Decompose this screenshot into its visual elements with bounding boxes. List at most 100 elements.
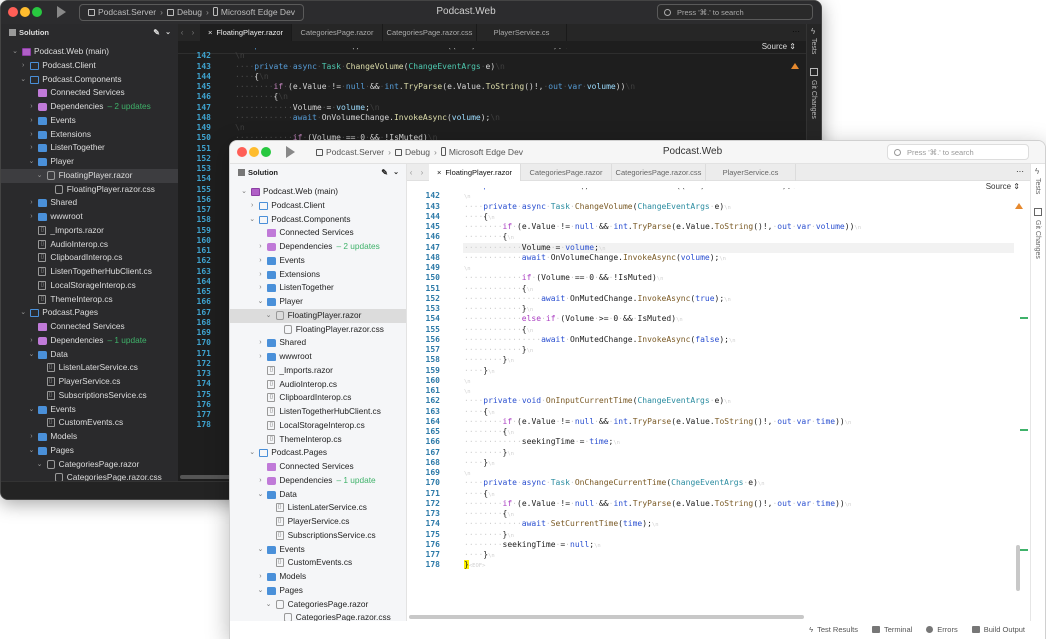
chevron-down-icon[interactable]: ⌄ (19, 306, 27, 320)
pin-icon[interactable]: ✎ (153, 24, 160, 41)
tree-item[interactable]: {} CustomEvents.cs (230, 556, 406, 570)
tree-item[interactable]: {} _Imports.razor (1, 224, 178, 238)
chevron-right-icon[interactable]: › (27, 128, 35, 142)
chevron-right-icon[interactable]: › (256, 336, 264, 350)
tests-panel-tab[interactable]: Tests (810, 38, 817, 54)
chevron-right-icon[interactable]: › (256, 570, 264, 584)
tree-item[interactable]: ⌄ Pages (230, 584, 406, 598)
search-input[interactable]: Press '⌘.' to search (657, 4, 813, 20)
tree-item[interactable]: ⌄ Events (230, 543, 406, 557)
chevron-down-icon[interactable]: ⌄ (265, 309, 273, 323)
test-results-button[interactable]: ϟTest Results (809, 625, 858, 634)
tree-item[interactable]: ⌄ Pages (1, 444, 178, 458)
chevron-right-icon[interactable]: › (256, 268, 264, 282)
chevron-down-icon[interactable]: ⌄ (256, 543, 264, 557)
pin-icon[interactable]: ✎ (381, 164, 388, 181)
tree-item[interactable]: ⌄ Data (1, 348, 178, 362)
tree-item[interactable]: ⌄ Player (1, 155, 178, 169)
tree-item[interactable]: ⌄ CategoriesPage.razor (230, 598, 406, 612)
tree-item[interactable]: › Podcast.Client (1, 59, 178, 73)
tree-item[interactable]: {} ThemeInterop.cs (230, 433, 406, 447)
chevron-right-icon[interactable]: › (19, 59, 27, 73)
chevron-down-icon[interactable]: ⌄ (393, 164, 399, 181)
tab-navigation[interactable]: ‹ › (407, 164, 429, 180)
tree-item[interactable]: › ListenTogether (1, 141, 178, 155)
chevron-right-icon[interactable]: › (256, 281, 264, 295)
more-tabs-icon[interactable]: ··· (1016, 164, 1024, 179)
tree-item[interactable]: {} ThemeInterop.cs (1, 293, 178, 307)
chevron-down-icon[interactable]: ⌄ (11, 45, 19, 59)
more-tabs-icon[interactable]: ··· (792, 24, 800, 39)
tab-categoriespage-razor-css[interactable]: CategoriesPage.razor.css (612, 164, 706, 181)
tree-item[interactable]: › Events (1, 114, 178, 128)
tree-item[interactable]: CategoriesPage.razor.css (230, 611, 406, 621)
tests-panel-tab[interactable]: Tests (1034, 178, 1041, 194)
chevron-right-icon[interactable]: › (256, 474, 264, 488)
chevron-down-icon[interactable]: ⌄ (256, 295, 264, 309)
tree-item[interactable]: ⌄ Data (230, 488, 406, 502)
tree-item[interactable]: FloatingPlayer.razor.css (230, 323, 406, 337)
chevron-right-icon[interactable]: › (27, 430, 35, 444)
tree-item[interactable]: {} AudioInterop.cs (1, 238, 178, 252)
chevron-down-icon[interactable]: ⌄ (248, 213, 256, 227)
chevron-down-icon[interactable]: ⌄ (27, 444, 35, 458)
tree-item[interactable]: › wwwroot (230, 350, 406, 364)
tree-item[interactable]: ⌄ CategoriesPage.razor (1, 458, 178, 472)
tree-item[interactable]: {} PlayerService.cs (230, 515, 406, 529)
chevron-right-icon[interactable]: › (256, 254, 264, 268)
tree-item[interactable]: › Shared (1, 196, 178, 210)
chevron-down-icon[interactable]: ⌄ (265, 598, 273, 612)
tree-item[interactable]: {} ListenLaterService.cs (230, 501, 406, 515)
chevron-right-icon[interactable]: › (27, 196, 35, 210)
chevron-right-icon[interactable]: › (27, 114, 35, 128)
tab-playerservice-cs[interactable]: PlayerService.cs (477, 24, 567, 41)
tab-navigation[interactable]: ‹ › (178, 24, 200, 41)
vertical-scrollbar[interactable] (1016, 545, 1020, 591)
tree-item[interactable]: › Models (230, 570, 406, 584)
tree-item[interactable]: {} ListenTogetherHubClient.cs (1, 265, 178, 279)
tree-item[interactable]: {} AudioInterop.cs (230, 378, 406, 392)
tab-playerservice-cs[interactable]: PlayerService.cs (706, 164, 796, 181)
search-input[interactable]: Press '⌘.' to search (887, 144, 1029, 160)
chevron-down-icon[interactable]: ⌄ (27, 155, 35, 169)
tree-item[interactable]: › Podcast.Client (230, 199, 406, 213)
chevron-right-icon[interactable]: › (27, 100, 35, 114)
code-area[interactable]: 141····private·Task·Forward()·=>·SetCurr… (407, 188, 1030, 611)
tree-item[interactable]: ⌄ Podcast.Pages (1, 306, 178, 320)
chevron-down-icon[interactable]: ⌄ (256, 584, 264, 598)
git-changes-panel-tab[interactable]: Git Changes (810, 80, 817, 119)
chevron-down-icon[interactable]: ⌄ (27, 403, 35, 417)
tree-item[interactable]: Connected Services (230, 226, 406, 240)
tree-item[interactable]: ⌄ Podcast.Components (1, 73, 178, 87)
tree-item[interactable]: › Dependencies – 1 update (1, 334, 178, 348)
tree-item[interactable]: {} ListenTogetherHubClient.cs (230, 405, 406, 419)
chevron-down-icon[interactable]: ⌄ (36, 169, 44, 183)
chevron-down-icon[interactable]: ⌄ (36, 458, 44, 472)
tree-item[interactable]: ⌄ Player (230, 295, 406, 309)
horizontal-scrollbar[interactable] (409, 615, 804, 619)
tree-item[interactable]: FloatingPlayer.razor.css (1, 183, 178, 197)
tree-item[interactable]: ⌄ Podcast.Pages (230, 446, 406, 460)
tree-item[interactable]: ⌄ FloatingPlayer.razor (230, 308, 406, 323)
tree-item[interactable]: ⌄ Podcast.Web (main) (230, 185, 406, 199)
chevron-down-icon[interactable]: ⌄ (165, 24, 171, 41)
chevron-right-icon[interactable]: › (256, 350, 264, 364)
tree-item[interactable]: Connected Services (230, 460, 406, 474)
tab-categoriespage-razor[interactable]: CategoriesPage.razor (292, 24, 383, 41)
tree-item[interactable]: {} ClipboardInterop.cs (1, 251, 178, 265)
tree-item[interactable]: {} LocalStorageInterop.cs (1, 279, 178, 293)
chevron-down-icon[interactable]: ⌄ (248, 446, 256, 460)
chevron-right-icon[interactable]: › (248, 199, 256, 213)
chevron-down-icon[interactable]: ⌄ (256, 488, 264, 502)
tree-item[interactable]: {} LocalStorageInterop.cs (230, 419, 406, 433)
chevron-right-icon[interactable]: › (27, 141, 35, 155)
tree-item[interactable]: {} PlayerService.cs (1, 375, 178, 389)
tree-item[interactable]: › Extensions (1, 128, 178, 142)
tree-item[interactable]: {} ListenLaterService.cs (1, 361, 178, 375)
tree-item[interactable]: ⌄ Podcast.Web (main) (1, 45, 178, 59)
tree-item[interactable]: › Events (230, 254, 406, 268)
terminal-button[interactable]: Terminal (871, 625, 912, 634)
tree-item[interactable]: › wwwroot (1, 210, 178, 224)
chevron-right-icon[interactable]: › (27, 210, 35, 224)
errors-button[interactable]: Errors (926, 625, 958, 634)
